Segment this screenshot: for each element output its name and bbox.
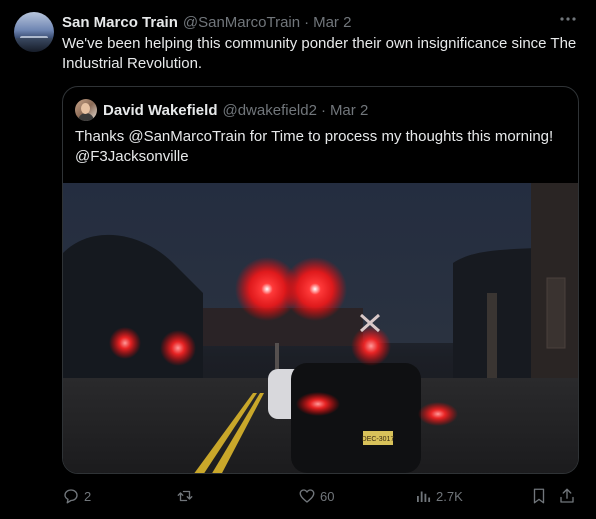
- signal-light-far-left: [109, 327, 141, 359]
- tweet-header: San Marco Train @SanMarcoTrain · Mar 2: [62, 12, 582, 32]
- quoted-tweet[interactable]: David Wakefield @dwakefield2 · Mar 2 Tha…: [62, 86, 579, 474]
- views-button[interactable]: 2.7K: [414, 484, 463, 508]
- avatar-body-shape: [78, 113, 94, 121]
- author-name[interactable]: San Marco Train: [62, 14, 178, 31]
- signal-light-mid-left: [160, 330, 196, 366]
- quoted-author-avatar[interactable]: [75, 99, 97, 121]
- reply-icon: [64, 489, 78, 504]
- views-bar-chart-icon: [417, 491, 431, 502]
- share-icon: [560, 488, 574, 503]
- ellipsis-icon[interactable]: [558, 10, 578, 30]
- author-avatar[interactable]: [14, 12, 54, 52]
- brake-light-left: [296, 392, 340, 416]
- quoted-date[interactable]: Mar 2: [330, 102, 368, 119]
- bookmark-button[interactable]: [530, 484, 548, 508]
- railroad-crossing-photo: DEC-3017: [63, 183, 578, 473]
- quoted-separator-dot: ·: [320, 101, 326, 119]
- building-window: [546, 277, 566, 349]
- avatar-ground-shape: [14, 38, 54, 52]
- reply-button[interactable]: 2: [62, 484, 91, 508]
- retweet-icon: [177, 490, 193, 502]
- tweet[interactable]: San Marco Train @SanMarcoTrain · Mar 2 W…: [0, 0, 596, 519]
- crossing-signal-right: [283, 257, 347, 321]
- dark-suv: [291, 363, 421, 473]
- quoted-text-line-1: Thanks @SanMarcoTrain for Time to proces…: [75, 128, 554, 145]
- quoted-author-handle[interactable]: @dwakefield2: [222, 102, 316, 119]
- heart-icon: [299, 489, 315, 503]
- bookmark-icon: [533, 488, 545, 504]
- reply-count: 2: [84, 488, 92, 504]
- separator-dot: ·: [304, 13, 310, 31]
- quoted-author-name[interactable]: David Wakefield: [103, 102, 217, 119]
- quoted-header: David Wakefield @dwakefield2 · Mar 2: [75, 99, 368, 121]
- quoted-text: Thanks @SanMarcoTrain for Time to proces…: [75, 127, 570, 167]
- retweet-button[interactable]: [176, 484, 198, 508]
- more-options-icon: [560, 17, 576, 21]
- like-button[interactable]: 60: [298, 484, 334, 508]
- author-handle[interactable]: @SanMarcoTrain: [183, 14, 300, 31]
- avatar-face-shape: [81, 103, 90, 114]
- like-count: 60: [320, 488, 335, 504]
- license-plate-text: DEC-3017: [362, 436, 395, 443]
- views-count: 2.7K: [436, 488, 463, 504]
- brake-light-right: [418, 402, 458, 426]
- tweet-date[interactable]: Mar 2: [313, 14, 351, 31]
- share-button[interactable]: [558, 484, 576, 508]
- signal-light-center-right: [351, 326, 391, 366]
- quoted-text-line-2: @F3Jacksonville: [75, 148, 189, 165]
- quoted-photo[interactable]: DEC-3017: [63, 183, 578, 473]
- tweet-text: We've been helping this community ponder…: [62, 35, 577, 72]
- tweet-actions: 2 60 2.7K: [62, 484, 582, 508]
